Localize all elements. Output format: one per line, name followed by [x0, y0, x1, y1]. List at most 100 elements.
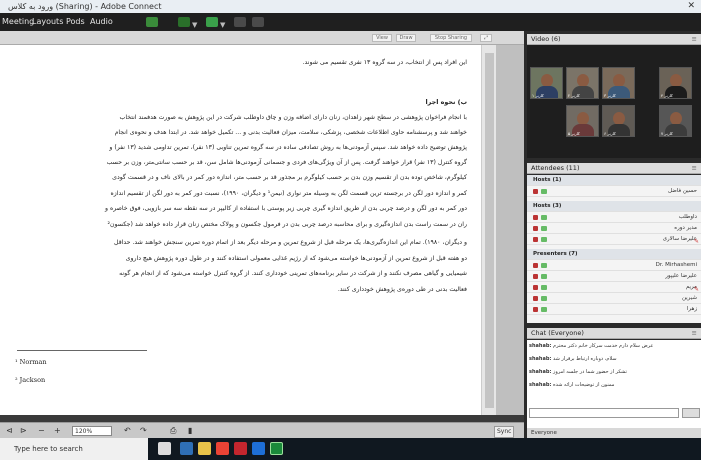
- attendee-row[interactable]: شیرین: [527, 293, 701, 304]
- folder-icon[interactable]: [198, 442, 211, 455]
- raise-hand-icon[interactable]: [252, 17, 264, 27]
- doc-line: گروه کنترل (۱۳ نفر) قرار خواهند گرفت. پس…: [106, 159, 467, 166]
- chat-text: عرض سلام دارم خدمت سرکار خانم دکتر محترم: [553, 343, 654, 349]
- attendee-group[interactable]: Presenters (7): [527, 249, 701, 260]
- zoom-out-icon[interactable]: −: [38, 426, 45, 436]
- menu-pods[interactable]: Pods: [66, 13, 85, 31]
- chat-author: shahab:: [529, 356, 552, 362]
- video-count: (6): [551, 35, 561, 43]
- next-page-icon[interactable]: ⊳: [20, 426, 27, 436]
- task-view-icon[interactable]: [158, 442, 171, 455]
- document-page: این افراد پس از انتخاب، در سه گروه ۱۳ نف…: [0, 45, 481, 415]
- attendee-row[interactable]: علیرضا سالاری ✎: [527, 234, 701, 245]
- attendee-group[interactable]: Hosts (3): [527, 201, 701, 212]
- chat-title: Chat: [531, 329, 547, 337]
- document-margin: [496, 45, 524, 415]
- device-icon: [533, 296, 538, 301]
- close-icon[interactable]: ✕: [687, 0, 695, 13]
- video-tile[interactable]: کاربر ۷: [659, 105, 692, 137]
- footnote-separator: [17, 350, 147, 351]
- pod-menu-icon[interactable]: ≡: [692, 163, 697, 174]
- video-tile-label: کاربر ۲: [568, 93, 580, 98]
- video-tile[interactable]: کاربر ۵: [566, 105, 599, 137]
- device-icon: [533, 237, 538, 242]
- adobe-connect-icon[interactable]: [234, 442, 247, 455]
- video-tile[interactable]: کاربر ۳: [602, 67, 635, 99]
- video-tile[interactable]: کاربر ۴: [659, 67, 692, 99]
- page-icon[interactable]: ▮: [188, 426, 192, 436]
- scrollbar-thumb[interactable]: [485, 53, 494, 408]
- chat-input[interactable]: [529, 408, 679, 418]
- attendee-name: Dr. Mirhashemi: [655, 262, 697, 268]
- video-tile-label: کاربر ۵: [568, 131, 580, 136]
- menu-audio[interactable]: Audio: [90, 13, 113, 31]
- webcam-icon: [541, 307, 547, 312]
- webcam-icon: [541, 226, 547, 231]
- zoom-in-icon[interactable]: +: [54, 426, 61, 436]
- doc-line: پژوهش توضیح داده خواهد شد. سپس آزمودنی‌ه…: [109, 144, 467, 151]
- attendee-group[interactable]: Hosts (1): [527, 175, 701, 186]
- chat-author: shahab:: [529, 382, 552, 388]
- webcam-icon: [541, 274, 547, 279]
- chrome-icon[interactable]: [216, 442, 229, 455]
- status-icon[interactable]: [146, 17, 158, 27]
- video-tile[interactable]: کاربر ۱: [530, 67, 563, 99]
- view-button[interactable]: View: [372, 34, 392, 42]
- footnote: ¹ Norman: [15, 358, 47, 366]
- stop-sharing-button[interactable]: Stop Sharing: [430, 34, 472, 42]
- webcam-icon: [541, 215, 547, 220]
- print-icon[interactable]: ⎙: [170, 426, 176, 436]
- doc-heading: ب) نحوه اجرا: [425, 98, 467, 106]
- pen-icon: ✎: [693, 238, 699, 245]
- menu-meeting[interactable]: Meeting: [2, 13, 34, 31]
- chat-pod-header: Chat (Everyone) ≡: [527, 328, 701, 339]
- attendees-pod: Hosts (1) حسین فاضل Hosts (3) داوطلب مدی…: [527, 175, 701, 323]
- word-icon[interactable]: [252, 442, 265, 455]
- device-icon: [533, 285, 538, 290]
- draw-button[interactable]: Draw: [396, 34, 416, 42]
- zoom-level[interactable]: 120%: [72, 426, 112, 436]
- doc-line: فعالیت بدنی در طی دوره‌ی پژوهش خودداری ک…: [337, 286, 467, 293]
- doc-line: کیلوگرم، شاخص توده بدن از تقسیم وزن بدن …: [112, 174, 467, 181]
- video-tile[interactable]: کاربر ۶: [602, 105, 635, 137]
- video-tile-label: کاربر ۳: [604, 93, 616, 98]
- video-tile[interactable]: کاربر ۲: [566, 67, 599, 99]
- chat-text: تشکر از حضور شما در جلسه امروز: [553, 369, 627, 375]
- chat-message: shahab: تشکر از حضور شما در جلسه امروز: [529, 369, 699, 375]
- video-pod-header: Video (6) ≡: [527, 34, 701, 45]
- attendee-row[interactable]: Dr. Mirhashemi: [527, 260, 701, 271]
- taskbar-search[interactable]: Type here to search: [0, 438, 148, 460]
- doc-line: و دیگران، ۱۹۸۰). تمام این اندازه‌گیری‌ها…: [114, 239, 467, 246]
- attendee-row[interactable]: علیرضا علیپور: [527, 271, 701, 282]
- attendee-row[interactable]: مریم ✎: [527, 282, 701, 293]
- chat-audience-select[interactable]: Everyone: [527, 428, 701, 438]
- send-button[interactable]: [682, 408, 700, 418]
- chat-message: shahab: سلام، دوباره ارتباط برقرار شد: [529, 356, 699, 362]
- window-title: ورود به کلاس (Sharing) - Adobe Connect: [8, 2, 162, 11]
- app-icon[interactable]: [270, 442, 283, 455]
- prev-page-icon[interactable]: ⊲: [6, 426, 13, 436]
- pod-menu-icon[interactable]: ≡: [692, 328, 697, 339]
- pod-menu-icon[interactable]: ≡: [692, 34, 697, 45]
- menu-layouts[interactable]: Layouts: [32, 13, 63, 31]
- webcam-icon[interactable]: [234, 17, 246, 27]
- doc-line: با انجام فراخوان پژوهشی در سطح شهر زاهدا…: [119, 114, 468, 121]
- device-icon: [533, 263, 538, 268]
- undo-icon[interactable]: ↶: [124, 426, 131, 436]
- attendee-row[interactable]: مدیر دوره: [527, 223, 701, 234]
- document-scrollbar[interactable]: [481, 45, 496, 415]
- fullscreen-icon[interactable]: ⤢: [480, 34, 492, 42]
- doc-line: خواهند شد و پرسشنامه حاوی اطلاعات شخصی، …: [114, 129, 467, 136]
- speaker-icon[interactable]: [206, 17, 218, 27]
- attendee-row[interactable]: داوطلب: [527, 212, 701, 223]
- redo-icon[interactable]: ↷: [140, 426, 147, 436]
- device-icon: [533, 226, 538, 231]
- webcam-icon: [541, 296, 547, 301]
- attendee-row[interactable]: حسین فاضل: [527, 186, 701, 197]
- attendees-count: (11): [566, 164, 580, 172]
- device-icon: [533, 189, 538, 194]
- sync-button[interactable]: Sync: [494, 426, 515, 438]
- mic-icon[interactable]: [178, 17, 190, 27]
- attendee-row[interactable]: زهرا: [527, 304, 701, 315]
- edge-icon[interactable]: [180, 442, 193, 455]
